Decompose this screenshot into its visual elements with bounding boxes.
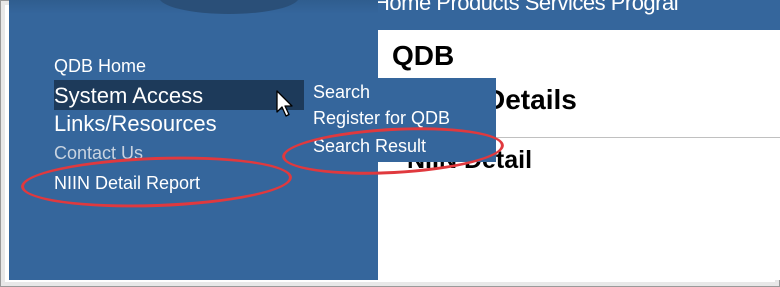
page: QDB Home System Access Links/Resources C… bbox=[9, 0, 780, 280]
submenu-item-register-for-qdb[interactable]: Register for QDB bbox=[313, 108, 450, 129]
mouse-pointer-icon bbox=[276, 90, 293, 117]
details-heading: Details bbox=[485, 84, 577, 115]
banner-graphic bbox=[159, 0, 299, 14]
page-title: QDB bbox=[392, 40, 455, 71]
sidebar-item-links-resources[interactable]: Links/Resources bbox=[54, 113, 217, 135]
banner-art bbox=[9, 0, 378, 14]
submenu-item-search[interactable]: Search bbox=[313, 82, 370, 103]
top-navigation: Home Products Services Prograi bbox=[378, 0, 780, 30]
sidebar-item-system-access[interactable]: System Access bbox=[54, 85, 203, 107]
sidebar-item-qdb-home[interactable]: QDB Home bbox=[54, 57, 146, 75]
top-nav-links[interactable]: Home Products Services Prograi bbox=[378, 0, 679, 16]
